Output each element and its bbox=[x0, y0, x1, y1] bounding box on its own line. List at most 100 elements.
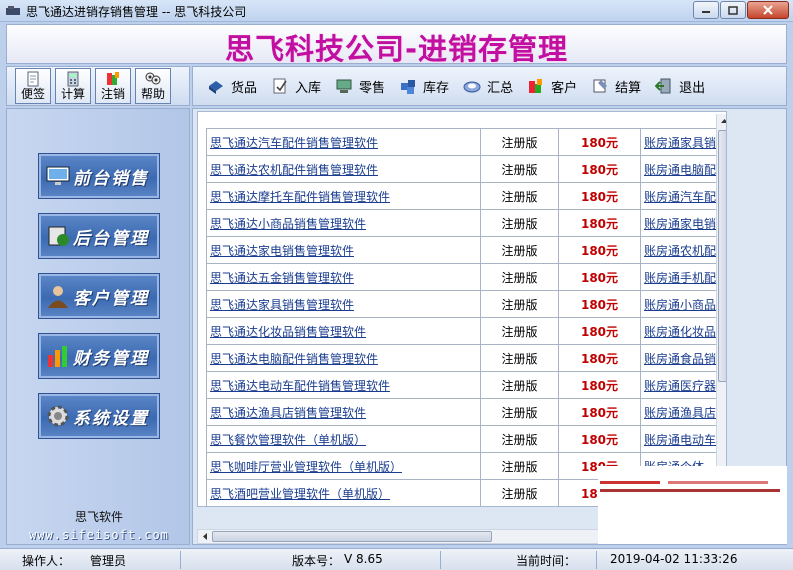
related-product-cell[interactable]: 账房通小商品 bbox=[640, 290, 721, 318]
related-product-link[interactable]: 账房通电脑配 bbox=[644, 163, 716, 177]
horizontal-scroll-thumb[interactable] bbox=[212, 531, 492, 542]
table-row[interactable]: 思飞通达小商品销售管理软件 注册版 180元 账房通家电销 bbox=[206, 209, 721, 237]
product-name-link[interactable]: 思飞通达五金销售管理软件 bbox=[210, 271, 354, 285]
product-name-link[interactable]: 思飞通达渔具店销售管理软件 bbox=[210, 406, 366, 420]
toolbar-summary[interactable]: 汇总 bbox=[463, 71, 513, 101]
product-name-cell[interactable]: 思飞通达小商品销售管理软件 bbox=[206, 209, 481, 237]
related-product-cell[interactable]: 账房通农机配 bbox=[640, 236, 721, 264]
related-product-link[interactable]: 账房通手机配 bbox=[644, 271, 716, 285]
related-product-link[interactable]: 账房通汽车配 bbox=[644, 190, 716, 204]
calculator-button[interactable]: 计算 bbox=[55, 68, 91, 104]
price-cell: 180元 bbox=[558, 155, 641, 183]
toolbar-settlement[interactable]: 结算 bbox=[591, 71, 641, 101]
product-name-link[interactable]: 思飞通达汽车配件销售管理软件 bbox=[210, 136, 378, 150]
sidebar-item-label: 财务管理 bbox=[73, 348, 149, 369]
product-name-link[interactable]: 思飞通达化妆品销售管理软件 bbox=[210, 325, 366, 339]
vertical-scrollbar[interactable] bbox=[716, 114, 726, 506]
table-row[interactable]: 思飞通达渔具店销售管理软件 注册版 180元 账房通渔具店 bbox=[206, 398, 721, 426]
product-name-link[interactable]: 思飞酒吧营业管理软件（单机版） bbox=[210, 487, 390, 501]
related-product-link[interactable]: 账房通化妆品 bbox=[644, 325, 716, 339]
product-name-link[interactable]: 思飞通达农机配件销售管理软件 bbox=[210, 163, 378, 177]
product-name-link[interactable]: 思飞通达家电销售管理软件 bbox=[210, 244, 354, 258]
product-name-link[interactable]: 思飞通达电动车配件销售管理软件 bbox=[210, 379, 390, 393]
vertical-scroll-thumb[interactable] bbox=[718, 130, 726, 382]
related-product-link[interactable]: 账房通农机配 bbox=[644, 244, 716, 258]
toolbar-exit[interactable]: 退出 bbox=[655, 71, 705, 101]
brand-url: www.sifeisoft.com bbox=[29, 528, 169, 542]
product-name-cell[interactable]: 思飞通达家电销售管理软件 bbox=[206, 236, 481, 264]
notepad-button[interactable]: 便签 bbox=[15, 68, 51, 104]
customer-icon bbox=[529, 79, 543, 93]
table-row[interactable]: 思飞通达摩托车配件销售管理软件 注册版 180元 账房通汽车配 bbox=[206, 182, 721, 210]
toolbar-stock-in[interactable]: 入库 bbox=[271, 71, 321, 101]
scroll-left-arrow[interactable] bbox=[198, 530, 212, 543]
related-product-cell[interactable]: 账房通化妆品 bbox=[640, 317, 721, 345]
product-name-cell[interactable]: 思飞通达化妆品销售管理软件 bbox=[206, 317, 481, 345]
product-name-link[interactable]: 思飞通达电脑配件销售管理软件 bbox=[210, 352, 378, 366]
sidebar-item-customers[interactable]: 客户管理 bbox=[38, 273, 160, 319]
product-name-link[interactable]: 思飞通达摩托车配件销售管理软件 bbox=[210, 190, 390, 204]
product-name-link[interactable]: 思飞通达家具销售管理软件 bbox=[210, 298, 354, 312]
product-name-cell[interactable]: 思飞通达家具销售管理软件 bbox=[206, 290, 481, 318]
table-row[interactable]: 思飞餐饮管理软件（单机版） 注册版 180元 账房通电动车 bbox=[206, 425, 721, 453]
related-product-link[interactable]: 账房通食品销 bbox=[644, 352, 716, 366]
related-product-cell[interactable]: 账房通食品销 bbox=[640, 344, 721, 372]
product-name-link[interactable]: 思飞通达小商品销售管理软件 bbox=[210, 217, 366, 231]
related-product-cell[interactable]: 账房通家电销 bbox=[640, 209, 721, 237]
close-button[interactable] bbox=[747, 1, 789, 19]
table-row[interactable]: 思飞通达电动车配件销售管理软件 注册版 180元 账房通医疗器 bbox=[206, 371, 721, 399]
logoff-button[interactable]: 注销 bbox=[95, 68, 131, 104]
related-product-cell[interactable]: 账房通渔具店 bbox=[640, 398, 721, 426]
product-name-cell[interactable]: 思飞餐饮管理软件（单机版） bbox=[206, 425, 481, 453]
product-name-cell[interactable]: 思飞咖啡厅营业管理软件（单机版） bbox=[206, 452, 481, 480]
related-product-cell[interactable]: 账房通医疗器 bbox=[640, 371, 721, 399]
table-row[interactable]: 思飞通达家具销售管理软件 注册版 180元 账房通小商品 bbox=[206, 290, 721, 318]
table-row[interactable]: 思飞通达电脑配件销售管理软件 注册版 180元 账房通食品销 bbox=[206, 344, 721, 372]
product-name-cell[interactable]: 思飞通达摩托车配件销售管理软件 bbox=[206, 182, 481, 210]
sidebar-item-finance[interactable]: 财务管理 bbox=[38, 333, 160, 379]
toolbar-inventory[interactable]: 库存 bbox=[399, 71, 449, 101]
sidebar-item-system-settings[interactable]: 系统设置 bbox=[38, 393, 160, 439]
related-product-link[interactable]: 账房通家电销 bbox=[644, 217, 716, 231]
related-product-link[interactable]: 账房通电动车 bbox=[644, 433, 716, 447]
table-row[interactable]: 思飞通达汽车配件销售管理软件 注册版 180元 账房通家具销 bbox=[206, 128, 721, 156]
product-name-cell[interactable]: 思飞通达电脑配件销售管理软件 bbox=[206, 344, 481, 372]
table-row[interactable]: 思飞通达化妆品销售管理软件 注册版 180元 账房通化妆品 bbox=[206, 317, 721, 345]
related-product-link[interactable]: 账房通渔具店 bbox=[644, 406, 716, 420]
product-name-cell[interactable]: 思飞通达电动车配件销售管理软件 bbox=[206, 371, 481, 399]
table-row[interactable]: 思飞通达五金销售管理软件 注册版 180元 账房通手机配 bbox=[206, 263, 721, 291]
related-product-link[interactable]: 账房通家具销 bbox=[644, 136, 716, 150]
related-product-link[interactable]: 账房通医疗器 bbox=[644, 379, 716, 393]
stock-in-icon bbox=[273, 78, 287, 94]
toolbar-goods[interactable]: 货品 bbox=[207, 71, 257, 101]
product-name-link[interactable]: 思飞餐饮管理软件（单机版） bbox=[210, 433, 366, 447]
product-name-link[interactable]: 思飞咖啡厅营业管理软件（单机版） bbox=[210, 460, 402, 474]
help-button[interactable]: 帮助 bbox=[135, 68, 171, 104]
version-value: V 8.65 bbox=[344, 552, 383, 566]
product-name-cell[interactable]: 思飞通达五金销售管理软件 bbox=[206, 263, 481, 291]
table-row[interactable]: 思飞通达家电销售管理软件 注册版 180元 账房通农机配 bbox=[206, 236, 721, 264]
maximize-button[interactable] bbox=[720, 1, 746, 19]
help-icon bbox=[145, 72, 161, 85]
related-product-cell[interactable]: 账房通电动车 bbox=[640, 425, 721, 453]
overlay-bar bbox=[600, 481, 660, 484]
product-name-cell[interactable]: 思飞通达渔具店销售管理软件 bbox=[206, 398, 481, 426]
product-name-cell[interactable]: 思飞酒吧营业管理软件（单机版） bbox=[206, 479, 481, 506]
toolbar-customer[interactable]: 客户 bbox=[527, 71, 577, 101]
product-name-cell[interactable]: 思飞通达汽车配件销售管理软件 bbox=[206, 128, 481, 156]
product-name-cell[interactable]: 思飞通达农机配件销售管理软件 bbox=[206, 155, 481, 183]
related-product-cell[interactable]: 账房通家具销 bbox=[640, 128, 721, 156]
table-row[interactable]: 思飞通达农机配件销售管理软件 注册版 180元 账房通电脑配 bbox=[206, 155, 721, 183]
minimize-button[interactable] bbox=[693, 1, 719, 19]
scroll-up-arrow[interactable] bbox=[717, 114, 726, 128]
up-arrow-icon bbox=[721, 119, 726, 123]
related-product-link[interactable]: 账房通小商品 bbox=[644, 298, 716, 312]
sidebar-item-back-office[interactable]: 后台管理 bbox=[38, 213, 160, 259]
toolbar-retail[interactable]: 零售 bbox=[335, 71, 385, 101]
related-product-cell[interactable]: 账房通电脑配 bbox=[640, 155, 721, 183]
related-product-cell[interactable]: 账房通汽车配 bbox=[640, 182, 721, 210]
sidebar-item-front-sales[interactable]: 前台销售 bbox=[38, 153, 160, 199]
person-icon bbox=[48, 286, 68, 308]
price-cell: 180元 bbox=[558, 398, 641, 426]
related-product-cell[interactable]: 账房通手机配 bbox=[640, 263, 721, 291]
